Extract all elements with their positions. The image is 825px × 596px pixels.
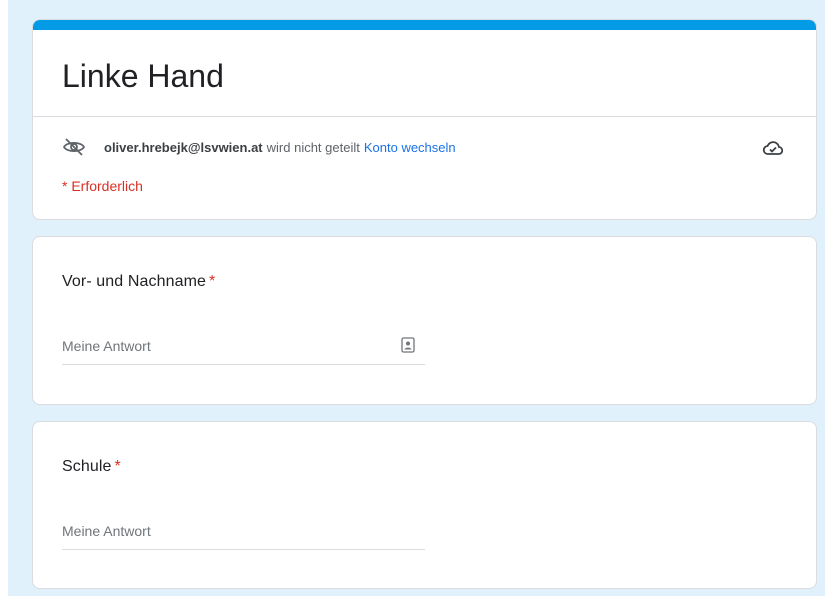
question-card-school: Schule * <box>32 421 817 589</box>
account-email: oliver.hrebejk@lsvwien.at <box>104 139 263 155</box>
cloud-check-icon <box>762 141 784 155</box>
form-page: Linke Hand oliver.hrebejk@lsvwien.at wir… <box>8 0 825 596</box>
answer-field <box>62 514 425 550</box>
required-star: * <box>209 273 216 290</box>
school-answer-input[interactable] <box>62 514 382 548</box>
contact-card-icon[interactable] <box>401 337 415 353</box>
name-answer-input[interactable] <box>62 329 382 363</box>
question-label-text: Schule <box>62 458 112 475</box>
form-header-card: Linke Hand oliver.hrebejk@lsvwien.at wir… <box>32 19 817 220</box>
header-divider <box>33 116 816 117</box>
answer-field <box>62 329 425 365</box>
question-label: Vor- und Nachname * <box>62 273 215 291</box>
question-card-name: Vor- und Nachname * <box>32 236 817 405</box>
required-note: * Erforderlich <box>62 178 143 194</box>
account-sharing-status: wird nicht geteilt <box>266 139 360 155</box>
question-label: Schule * <box>62 458 121 476</box>
account-row: oliver.hrebejk@lsvwien.at wird nicht get… <box>62 135 456 159</box>
form-title: Linke Hand <box>62 58 224 94</box>
required-star: * <box>114 458 121 475</box>
question-label-text: Vor- und Nachname <box>62 273 207 290</box>
switch-account-link[interactable]: Konto wechseln <box>364 140 456 155</box>
header-accent-bar <box>33 20 816 30</box>
eye-off-icon <box>62 138 86 156</box>
